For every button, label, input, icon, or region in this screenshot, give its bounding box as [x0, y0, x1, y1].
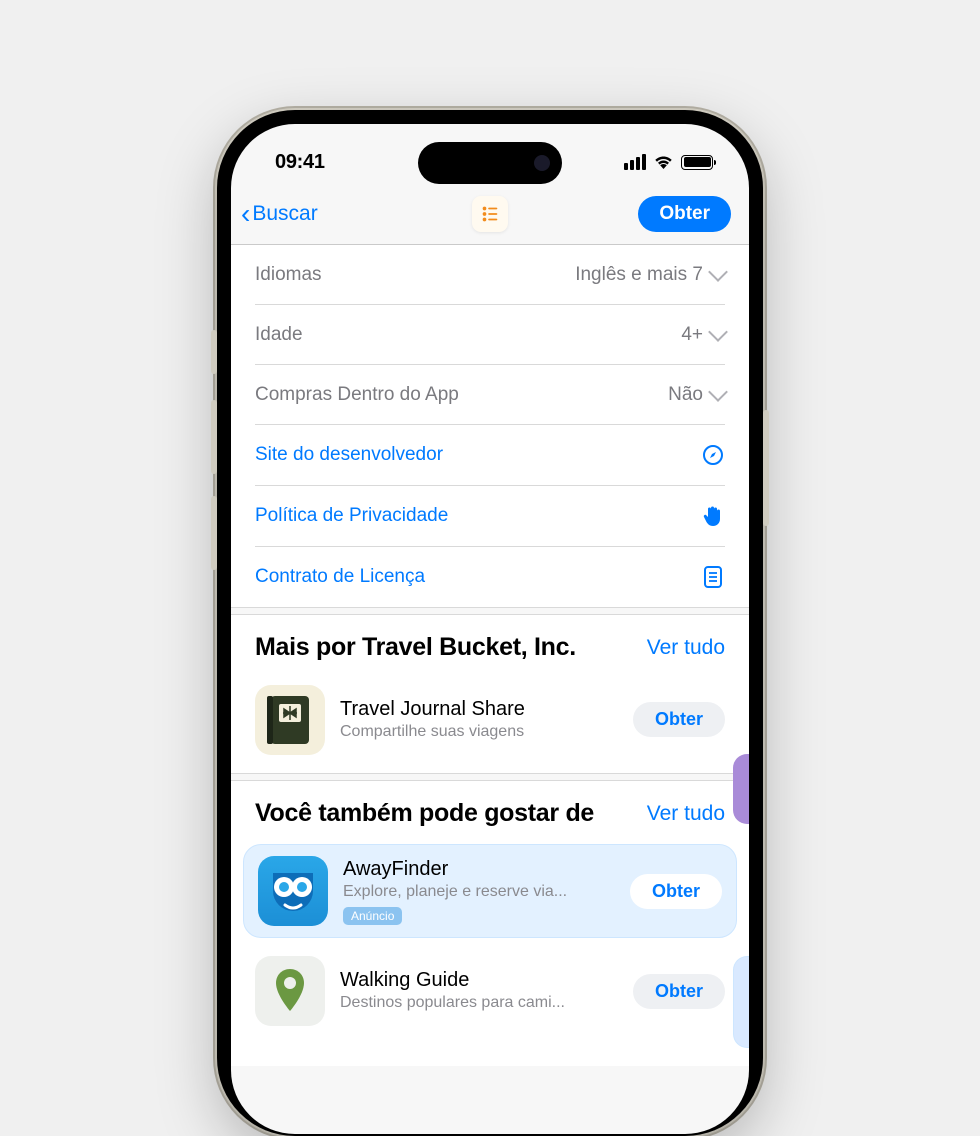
compass-icon — [701, 443, 725, 467]
section-divider — [231, 773, 749, 781]
phone-frame: 09:41 ‹ Buscar — [217, 110, 763, 1136]
get-button[interactable]: Obter — [638, 196, 731, 232]
section-title: Você também pode gostar de — [255, 799, 594, 829]
screen: 09:41 ‹ Buscar — [231, 124, 749, 1134]
info-value: Inglês e mais 7 — [575, 264, 703, 286]
hand-icon — [701, 504, 725, 528]
get-button[interactable]: Obter — [633, 702, 725, 737]
volume-up-button — [211, 400, 217, 474]
more-by-developer-section: Mais por Travel Bucket, Inc. Ver tudo Tr… — [231, 615, 749, 773]
chevron-down-icon — [708, 262, 728, 282]
link-developer-site[interactable]: Site do desenvolvedor — [255, 425, 725, 486]
app-info-section: Idiomas Inglês e mais 7 Idade 4+ Compras… — [231, 245, 749, 607]
link-label: Contrato de Licença — [255, 566, 425, 588]
next-ad-peek[interactable] — [733, 956, 749, 1048]
document-icon — [701, 565, 725, 589]
wifi-icon — [653, 155, 674, 170]
info-label: Idade — [255, 324, 303, 346]
app-title-icon — [472, 196, 508, 232]
next-app-peek[interactable] — [733, 754, 749, 824]
chevron-left-icon: ‹ — [241, 200, 250, 228]
see-all-button[interactable]: Ver tudo — [647, 633, 725, 660]
app-name: AwayFinder — [343, 857, 615, 882]
link-privacy-policy[interactable]: Política de Privacidade — [255, 486, 725, 547]
front-camera — [534, 155, 550, 171]
app-subtitle: Explore, planeje e reserve via... — [343, 882, 615, 903]
app-card-awayfinder-ad[interactable]: AwayFinder Explore, planeje e reserve vi… — [243, 844, 737, 938]
app-card-travel-journal[interactable]: Travel Journal Share Compartilhe suas vi… — [255, 679, 725, 773]
power-button — [763, 410, 769, 526]
info-row-iap[interactable]: Compras Dentro do App Não — [255, 365, 725, 425]
ad-badge: Anúncio — [343, 907, 402, 925]
info-value: Não — [668, 384, 703, 406]
app-icon — [255, 685, 325, 755]
see-all-button[interactable]: Ver tudo — [647, 799, 725, 826]
volume-down-button — [211, 496, 217, 570]
battery-icon — [681, 155, 713, 170]
back-label: Buscar — [252, 202, 317, 226]
link-label: Site do desenvolvedor — [255, 444, 443, 466]
you-might-also-like-section: Você também pode gostar de Ver tudo — [231, 781, 749, 1067]
app-icon — [255, 956, 325, 1026]
section-title: Mais por Travel Bucket, Inc. — [255, 633, 576, 663]
nav-bar: ‹ Buscar Obter — [231, 188, 749, 245]
back-button[interactable]: ‹ Buscar — [241, 200, 318, 228]
app-name: Travel Journal Share — [340, 697, 618, 722]
app-icon — [258, 856, 328, 926]
link-license-agreement[interactable]: Contrato de Licença — [255, 547, 725, 607]
cellular-icon — [624, 154, 646, 170]
app-subtitle: Destinos populares para cami... — [340, 993, 618, 1014]
info-label: Compras Dentro do App — [255, 384, 459, 406]
chevron-down-icon — [708, 382, 728, 402]
app-name: Walking Guide — [340, 968, 618, 993]
get-button[interactable]: Obter — [630, 874, 722, 909]
link-label: Política de Privacidade — [255, 505, 448, 527]
section-divider — [231, 607, 749, 615]
app-subtitle: Compartilhe suas viagens — [340, 722, 618, 743]
info-row-languages[interactable]: Idiomas Inglês e mais 7 — [255, 245, 725, 305]
info-row-age[interactable]: Idade 4+ — [255, 305, 725, 365]
status-icons — [624, 154, 713, 170]
info-value: 4+ — [681, 324, 703, 346]
app-card-walking-guide[interactable]: Walking Guide Destinos populares para ca… — [255, 950, 725, 1066]
dynamic-island — [418, 142, 562, 184]
silence-switch — [211, 330, 217, 374]
chevron-down-icon — [708, 322, 728, 342]
status-time: 09:41 — [275, 151, 325, 174]
get-button[interactable]: Obter — [633, 974, 725, 1009]
info-label: Idiomas — [255, 264, 322, 286]
